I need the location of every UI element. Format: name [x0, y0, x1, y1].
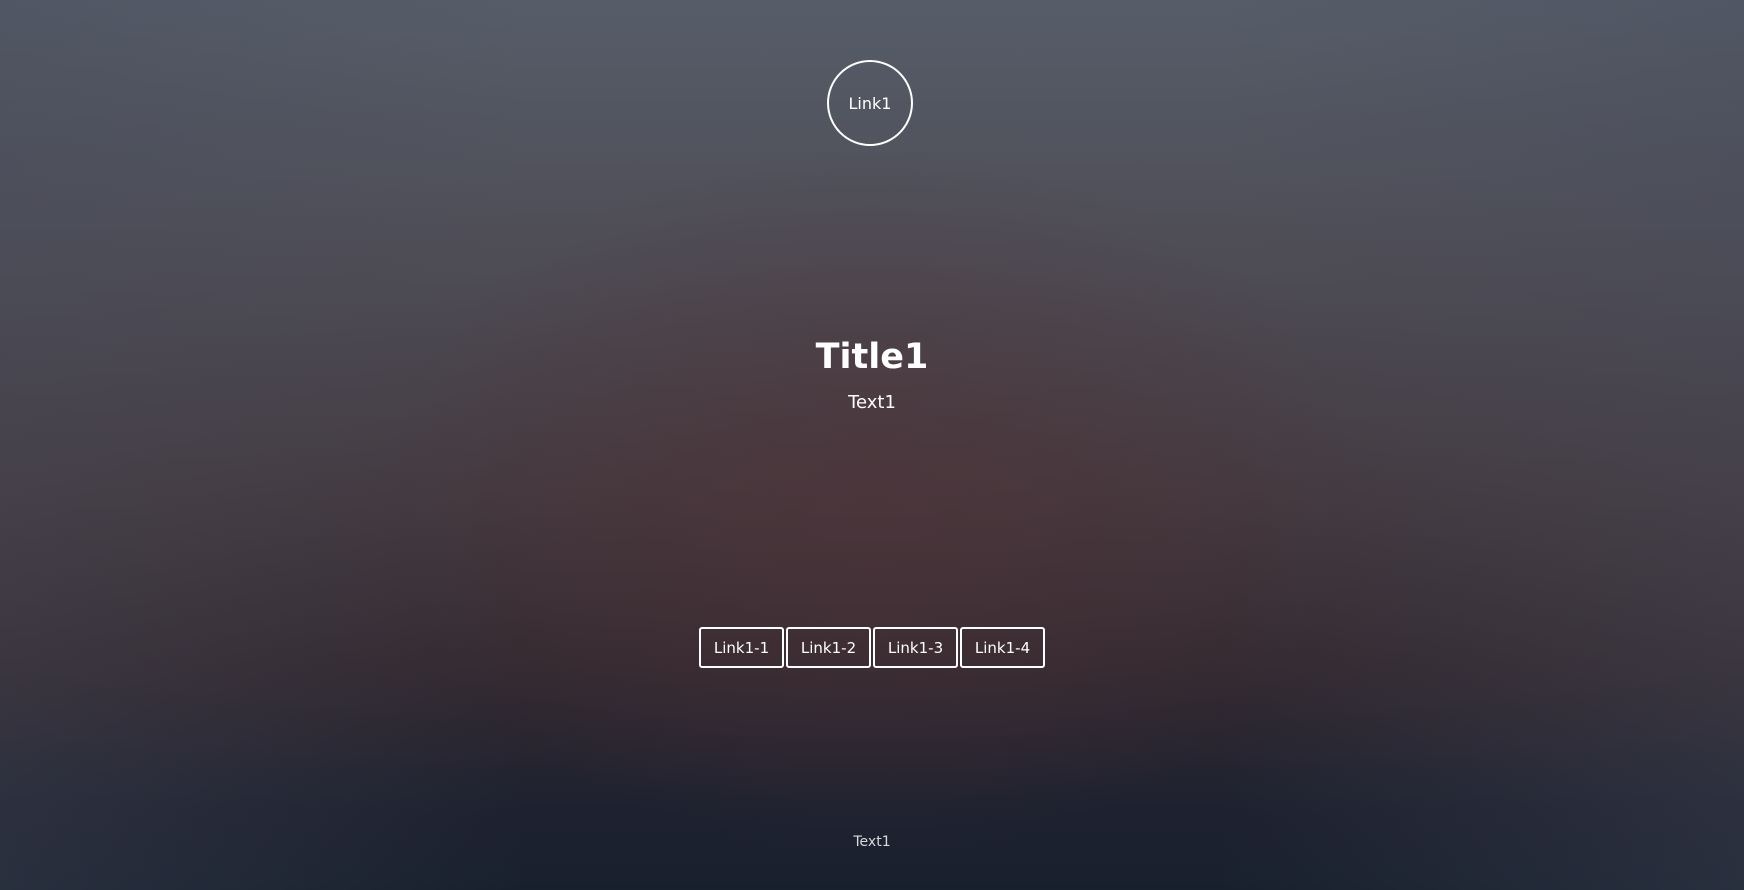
page-subtitle: Text1 [848, 392, 896, 413]
nav-link-1[interactable]: Link1-1 [699, 627, 784, 668]
nav-link-3[interactable]: Link1-3 [873, 627, 958, 668]
nav-link-4[interactable]: Link1-4 [960, 627, 1045, 668]
header-circle-link[interactable]: Link1 [827, 60, 913, 146]
page-title: Title1 [815, 337, 929, 377]
main-nav: Link1-1 Link1-2 Link1-3 Link1-4 [699, 627, 1045, 668]
footer-text: Text1 [853, 834, 891, 850]
nav-link-2[interactable]: Link1-2 [786, 627, 871, 668]
